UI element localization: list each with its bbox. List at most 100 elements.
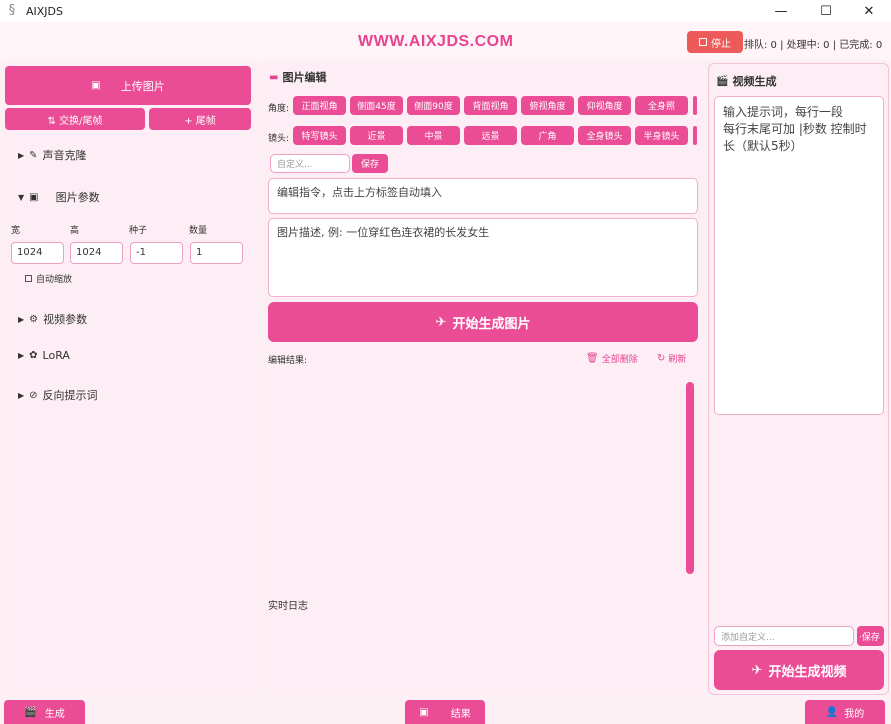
image-icon: ▣ xyxy=(419,706,429,718)
tab-mine-label: 我的 xyxy=(844,708,865,720)
expand-icon: ▶ xyxy=(18,150,25,160)
image-params-label: 图片参数 xyxy=(55,191,100,204)
lens-tag[interactable]: 广角 xyxy=(521,126,574,145)
upload-image-button[interactable]: ▣ 上传图片 xyxy=(5,66,251,105)
gear-icon: ⚙ xyxy=(29,313,39,325)
seed-input[interactable]: -1 xyxy=(130,242,183,264)
stop-icon xyxy=(699,38,707,46)
realtime-log-label: 实时日志 xyxy=(268,601,308,612)
image-edit-title: ▬ 图片编辑 xyxy=(269,69,326,85)
lens-label: 镜头: xyxy=(268,134,290,144)
image-icon: ▣ xyxy=(91,80,101,91)
pen-icon: ✎ xyxy=(29,149,38,161)
tab-generate-label: 生成 xyxy=(44,708,65,720)
video-params-section[interactable]: ▶ ⚙ 视频参数 xyxy=(18,311,87,327)
tab-generate[interactable]: 🎬 生成 xyxy=(4,700,85,724)
delete-all-label: 全部删除 xyxy=(601,355,638,365)
voice-clone-section[interactable]: ▶ ✎ 声音克隆 xyxy=(18,147,87,163)
brand-title: WWW.AIXJDS.COM xyxy=(358,33,514,50)
generate-video-button[interactable]: ✈ 开始生成视频 xyxy=(714,650,884,690)
collapse-icon: ▼ xyxy=(18,192,25,202)
refresh-icon: ↻ xyxy=(657,353,666,364)
expand-icon: ▶ xyxy=(18,351,25,360)
generate-video-label: 开始生成视频 xyxy=(768,664,847,680)
width-input[interactable]: 1024 xyxy=(11,242,64,264)
lens-tag[interactable]: 远景 xyxy=(464,126,517,145)
queue-status: 排队: 0 | 处理中: 0 | 已完成: 0 xyxy=(744,40,883,51)
rocket-icon: ✈ xyxy=(751,662,763,678)
refresh-button[interactable]: ↻ 刷新 xyxy=(657,352,686,365)
angle-tag[interactable]: 侧面90度 xyxy=(407,96,460,115)
delete-all-button[interactable]: 🗑 全部删除 xyxy=(586,352,638,365)
save-tag-button[interactable]: 保存 xyxy=(352,154,388,173)
height-input[interactable]: 1024 xyxy=(70,242,123,264)
lora-section[interactable]: ▶ ✿ LoRA xyxy=(18,349,70,362)
window-title: AIXJDS xyxy=(26,4,64,18)
image-edit-title-text: 图片编辑 xyxy=(282,71,327,84)
edit-result-label: 编辑结果: xyxy=(268,356,308,366)
close-button[interactable]: ✕ xyxy=(847,0,891,22)
tab-results-label: 结果 xyxy=(450,708,471,720)
lens-tag[interactable]: 近景 xyxy=(350,126,403,145)
image-icon: ▣ xyxy=(29,191,39,203)
expand-icon: ▶ xyxy=(18,390,25,400)
custom-tag-input[interactable]: 自定义... xyxy=(270,154,350,173)
results-scrollbar[interactable] xyxy=(686,382,694,574)
lens-tag[interactable]: 全身镜头 xyxy=(578,126,631,145)
angle-tag[interactable]: 俯视角度 xyxy=(521,96,574,115)
lora-label: LoRA xyxy=(42,349,70,362)
angle-tag[interactable]: 正面视角 xyxy=(293,96,346,115)
image-params-section[interactable]: ▼ ▣ 图片参数 xyxy=(18,189,100,205)
negative-prompt-label: 反向提示词 xyxy=(42,389,98,402)
puzzle-icon: ✿ xyxy=(29,350,38,361)
refresh-label: 刷新 xyxy=(668,355,687,365)
clapper-icon: 🎬 xyxy=(24,706,37,718)
voice-clone-label: 声音克隆 xyxy=(42,149,87,162)
clapper-icon: 🎬 xyxy=(716,75,729,87)
swap-tail-frame-button[interactable]: ⇅ 交换/尾帧 xyxy=(5,108,145,130)
lens-tag[interactable]: 半身镜头 xyxy=(635,126,688,145)
tab-results[interactable]: ▣ 结果 xyxy=(405,700,485,724)
lens-tag[interactable]: 特写镜头 xyxy=(293,126,346,145)
count-label: 数量 xyxy=(189,226,208,236)
add-tail-frame-button[interactable]: + 尾帧 xyxy=(149,108,251,130)
generate-image-button[interactable]: ✈ 开始生成图片 xyxy=(268,302,698,342)
video-params-label: 视频参数 xyxy=(43,313,88,326)
angle-label: 角度: xyxy=(268,104,290,114)
app-logo-icon: § xyxy=(8,3,16,18)
width-label: 宽 xyxy=(11,226,21,236)
stop-label: 停止 xyxy=(711,38,731,50)
angle-tag[interactable]: 仰视角度 xyxy=(578,96,631,115)
film-icon: ▬ xyxy=(269,71,279,83)
image-description-input[interactable]: 图片描述, 例: 一位穿红色连衣裙的长发女生 xyxy=(268,218,698,297)
height-label: 高 xyxy=(70,226,80,236)
angle-tag[interactable]: 背面视角 xyxy=(464,96,517,115)
rocket-icon: ✈ xyxy=(435,314,447,330)
stop-button[interactable]: 停止 xyxy=(687,31,743,53)
angle-tag[interactable]: 侧面45度 xyxy=(350,96,403,115)
trash-icon: 🗑 xyxy=(586,353,599,364)
video-save-button[interactable]: ·保存 xyxy=(857,626,884,646)
tab-mine[interactable]: 👤 我的 xyxy=(805,700,885,724)
generate-image-label: 开始生成图片 xyxy=(452,316,531,332)
maximize-button[interactable]: ☐ xyxy=(804,0,848,22)
lens-tag[interactable]: 中景 xyxy=(407,126,460,145)
window-titlebar: § AIXJDS — ☐ ✕ xyxy=(0,0,891,22)
angle-tag[interactable]: 全身照 xyxy=(635,96,688,115)
upload-image-label: 上传图片 xyxy=(120,79,165,93)
lens-row-scrollbar[interactable] xyxy=(693,126,697,145)
auto-scale-checkbox[interactable] xyxy=(25,275,32,282)
auto-scale-label: 自动缩放 xyxy=(36,275,73,285)
video-custom-input[interactable]: 添加自定义... xyxy=(714,626,854,646)
video-gen-title: 🎬 视频生成 xyxy=(716,73,776,89)
count-input[interactable]: 1 xyxy=(190,242,243,264)
expand-icon: ▶ xyxy=(18,314,25,324)
negative-prompt-section[interactable]: ▶ ⊘ 反向提示词 xyxy=(18,387,98,403)
edit-instruction-input[interactable]: 编辑指令，点击上方标签自动填入 xyxy=(268,178,698,214)
angle-row-scrollbar[interactable] xyxy=(693,96,697,115)
user-icon: 👤 xyxy=(825,706,839,718)
seed-label: 种子 xyxy=(129,226,148,236)
minimize-button[interactable]: — xyxy=(759,0,803,22)
video-prompt-input[interactable]: 输入提示词，每行一段 每行末尾可加 |秒数 控制时长（默认5秒） xyxy=(714,96,884,415)
top-bar: WWW.AIXJDS.COM 停止 排队: 0 | 处理中: 0 | 已完成: … xyxy=(0,22,891,60)
